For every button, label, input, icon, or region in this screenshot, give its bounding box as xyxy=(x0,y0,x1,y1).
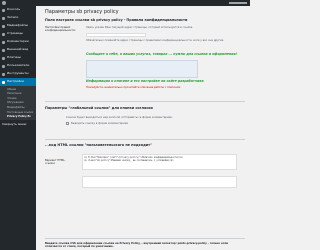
show-link-checkbox-label: Выводить ссылку в форме комментариев xyxy=(71,122,128,125)
divider xyxy=(45,139,245,140)
divider xyxy=(45,101,245,102)
user-icon xyxy=(2,64,5,68)
main-content: Параметры sb privacy policy Поля настрое… xyxy=(36,6,250,250)
html-link-textarea[interactable]: <a title="Политика" href="/privacy-polic… xyxy=(82,154,237,170)
policy-url-input[interactable] xyxy=(86,33,146,37)
page-icon xyxy=(2,32,5,36)
wordpress-icon[interactable] xyxy=(2,1,6,5)
sidebar-item-6[interactable]: Плагины xyxy=(0,54,36,62)
warning-note: Пожалуйста, внимательно прочитайте описа… xyxy=(86,86,181,89)
sidebar-item-3[interactable]: Страницы xyxy=(0,30,36,38)
sidebar-item-label: Пользователи xyxy=(7,63,30,68)
sidebar-item-0[interactable]: Консоль xyxy=(0,6,36,14)
section-title-html-code: ...код HTML ссылки "пользовательского не… xyxy=(45,143,152,147)
sidebar-item-2[interactable]: Медиафайлы xyxy=(0,22,36,30)
sidebar-item-label: Настройки xyxy=(7,79,24,84)
divider xyxy=(45,238,245,239)
sidebar-item-label: Комментарии xyxy=(7,39,29,44)
media-icon xyxy=(2,24,5,28)
global-link-description: Ссылка будет выводиться над кнопкой «Отп… xyxy=(66,116,173,119)
textarea-label: Вариант HTML-ссылки xyxy=(45,159,66,166)
sidebar-item-8[interactable]: Инструменты xyxy=(0,70,36,78)
css-instructions: Введите ссылки CSS для оформления ссылки… xyxy=(45,242,228,249)
show-link-checkbox[interactable] xyxy=(66,122,69,125)
submenu-item-6[interactable]: Privacy Policy Ex xyxy=(0,115,36,120)
sidebar-item-label: Медиафайлы xyxy=(7,23,28,28)
sidebar-item-label: Инструменты xyxy=(7,71,29,76)
description-current-url: Здесь указан Ваш текущий адрес страницы,… xyxy=(86,26,194,29)
sidebar-item-7[interactable]: Пользователи xyxy=(0,62,36,70)
brush-icon xyxy=(2,48,5,52)
section-title-global-link: Параметры "глобальной ссылки" для кнопки… xyxy=(45,106,153,110)
sidebar-item-9[interactable]: Настройки xyxy=(0,78,36,86)
admin-sidebar: Консоль Записи Медиафайлы Страницы Комментар… xyxy=(0,6,36,250)
wrench-icon xyxy=(2,72,5,76)
sidebar-item-label: Внешний вид xyxy=(7,47,29,52)
promo-line-1: Сообщите о себе, о ваших услугах, товара… xyxy=(86,52,237,56)
sidebar-item-1[interactable]: Записи xyxy=(0,14,36,22)
account-menu[interactable] xyxy=(229,2,247,4)
section-title-policy: Поля настроек ссылки sb privacy policy -… xyxy=(45,18,188,22)
plug-icon xyxy=(2,56,5,60)
pin-icon xyxy=(2,16,5,20)
sidebar-item-5[interactable]: Внешний вид xyxy=(0,46,36,54)
promo-line-2[interactable]: Информация о плагине и его настройке на … xyxy=(86,79,204,83)
textarea-line-2: <p class="sb-policy">Нажимая кнопку, вы … xyxy=(84,159,174,162)
sidebar-item-label: Консоль xyxy=(7,7,21,12)
sidebar-item-4[interactable]: Комментарии xyxy=(0,38,36,46)
description-change-url: Обязательно поменяйте адрес страницы с п… xyxy=(86,39,225,42)
dashboard-icon xyxy=(2,8,5,12)
sidebar-item-label: Плагины xyxy=(7,55,21,60)
settings-label: Настройки правил конфиденциальности: xyxy=(45,26,76,33)
collapse-menu-button[interactable]: Свернуть меню xyxy=(0,120,36,128)
css-field[interactable] xyxy=(82,176,237,188)
settings-submenu: Общие Написание Чтение Обсуждение Медиафайлы… xyxy=(0,86,36,121)
page-title: Параметры sb privacy policy xyxy=(45,9,119,15)
settings-icon xyxy=(2,80,5,84)
sidebar-item-label: Страницы xyxy=(7,31,23,36)
comment-icon xyxy=(2,40,5,44)
sidebar-item-label: Записи xyxy=(7,15,19,20)
promo-banner[interactable] xyxy=(86,60,198,78)
